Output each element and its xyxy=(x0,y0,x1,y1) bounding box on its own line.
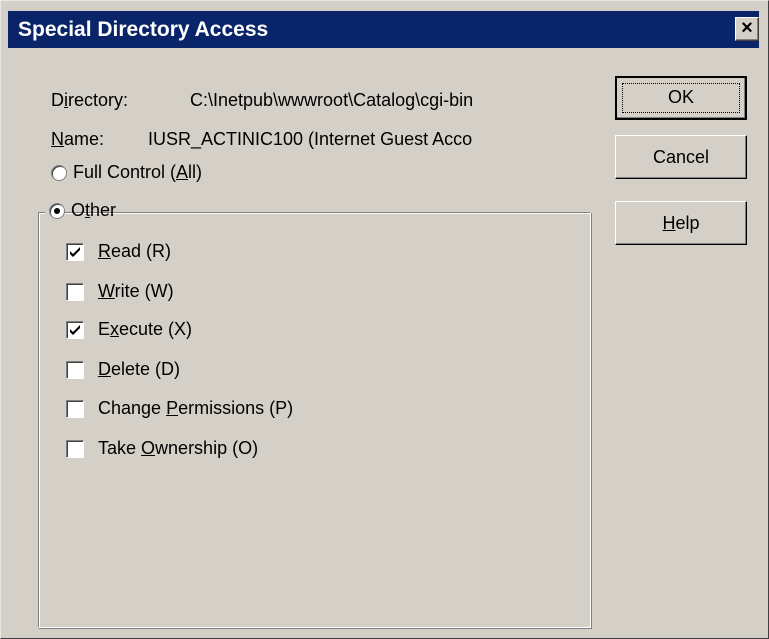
take-ownership-checkbox[interactable] xyxy=(66,440,84,458)
ok-button-label: OK xyxy=(667,87,694,107)
read-checkbox[interactable] xyxy=(66,243,84,261)
take-ownership-label[interactable]: Take Ownership (O) xyxy=(98,438,258,459)
read-label[interactable]: Read (R) xyxy=(98,241,171,262)
execute-checkbox[interactable] xyxy=(66,321,84,339)
title-bar[interactable]: Special Directory Access × xyxy=(8,11,759,48)
full-control-label[interactable]: Full Control (All) xyxy=(73,162,202,183)
ok-button[interactable]: OK xyxy=(615,76,747,120)
close-icon: × xyxy=(741,17,753,39)
directory-value: C:\Inetpub\wwwroot\Catalog\cgi-bin xyxy=(190,90,474,110)
name-label: Name: xyxy=(51,129,105,149)
delete-label[interactable]: Delete (D) xyxy=(98,359,180,380)
name-value: IUSR_ACTINIC100 (Internet Guest Acco xyxy=(148,129,473,149)
help-button-label: Help xyxy=(662,213,700,233)
other-permissions-group xyxy=(38,212,591,628)
dialog-window: Special Directory Access × Directory: C:… xyxy=(0,0,769,639)
close-button[interactable]: × xyxy=(735,17,759,41)
other-legend: Other xyxy=(45,198,116,224)
write-label[interactable]: Write (W) xyxy=(98,281,174,302)
checkmark-icon xyxy=(70,247,80,257)
cancel-button-label: Cancel xyxy=(652,147,710,167)
checkmark-icon xyxy=(70,325,80,335)
dialog-title: Special Directory Access xyxy=(18,18,269,41)
help-button[interactable]: Help xyxy=(615,201,747,245)
write-checkbox[interactable] xyxy=(66,283,84,301)
execute-label[interactable]: Execute (X) xyxy=(98,319,192,340)
other-radio[interactable] xyxy=(49,203,65,219)
other-label[interactable]: Other xyxy=(71,200,116,221)
delete-checkbox[interactable] xyxy=(66,361,84,379)
cancel-button[interactable]: Cancel xyxy=(615,135,747,179)
directory-label: Directory: xyxy=(51,90,129,110)
change-permissions-label[interactable]: Change Permissions (P) xyxy=(98,398,293,419)
change-permissions-checkbox[interactable] xyxy=(66,400,84,418)
full-control-radio[interactable] xyxy=(51,165,67,181)
